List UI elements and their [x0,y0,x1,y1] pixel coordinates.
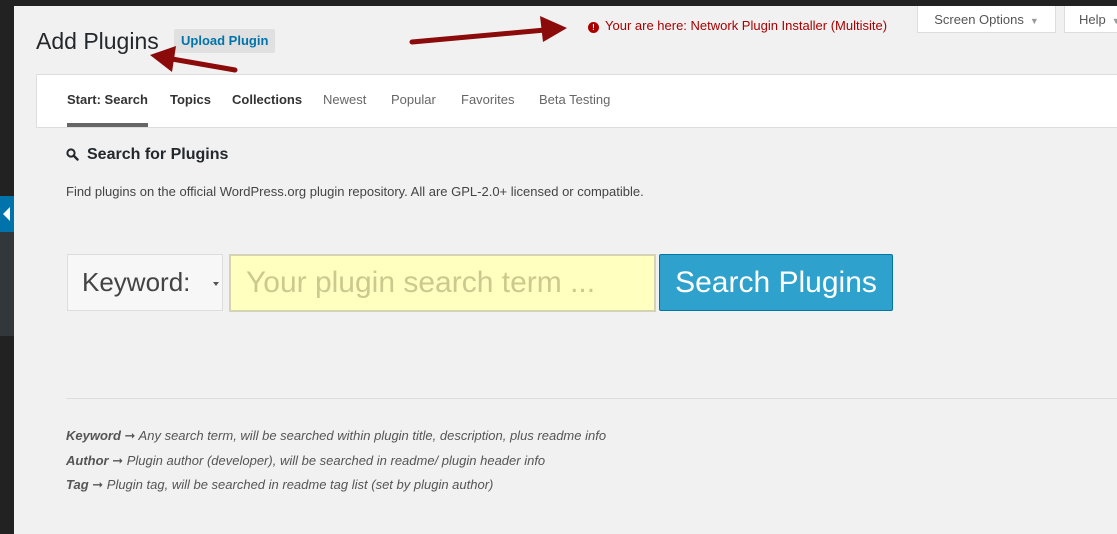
help-term: Keyword [66,428,121,443]
red-arrow-icon [409,16,567,45]
help-text: ➞ Plugin author (developer), will be sea… [112,452,546,468]
help-line-author: Author ➞ Plugin author (developer), will… [66,453,606,478]
help-button[interactable]: Help ▼ [1064,6,1117,33]
help-term: Author [66,452,109,468]
tab-start-search[interactable]: Start: Search [67,75,148,127]
search-description: Find plugins on the official WordPress.o… [66,184,644,199]
page-title: Add Plugins [36,28,159,54]
caret-down-icon: ▼ [1029,16,1039,26]
help-line-keyword: Keyword ➞ Any search term, will be searc… [66,428,606,453]
tab-beta-testing[interactable]: Beta Testing [539,75,610,127]
help-text: ➞ Plugin tag, will be searched in readme… [92,477,494,492]
collapse-menu-icon[interactable] [0,196,14,232]
upload-plugin-button[interactable]: Upload Plugin [174,29,276,53]
help-label: Help [1079,12,1106,27]
search-plugins-button[interactable]: Search Plugins [659,254,893,311]
search-type-select[interactable]: Keyword: [67,254,223,311]
tab-popular[interactable]: Popular [391,75,436,127]
tab-favorites[interactable]: Favorites [461,75,514,127]
search-heading-text: Search for Plugins [87,146,229,163]
admin-sidebar-edge [0,6,14,534]
help-line-tag: Tag ➞ Plugin tag, will be searched in re… [66,477,606,502]
notice-text: Your are here: Network Plugin Installer … [605,18,888,33]
tab-newest[interactable]: Newest [323,75,366,127]
help-text: ➞ Any search term, will be searched with… [124,428,607,443]
help-term: Tag [66,477,89,492]
divider [66,398,1117,399]
tab-collections[interactable]: Collections [232,75,302,127]
plugin-filter-bar: Start: Search Topics Collections Newest … [36,74,1117,128]
screen-options-button[interactable]: Screen Options ▼ [917,6,1056,33]
select-arrow-icon [213,282,219,286]
search-type-value: Keyword: [82,267,191,297]
search-heading: Search for Plugins [66,145,228,165]
screen-options-label: Screen Options [934,12,1024,27]
location-notice: ! Your are here: Network Plugin Installer… [588,18,887,34]
caret-down-icon: ▼ [1111,16,1117,26]
plugin-search-input[interactable] [229,254,656,312]
search-help: Keyword ➞ Any search term, will be searc… [66,428,606,502]
magnifier-icon [66,148,79,161]
alert-circle-icon: ! [588,22,599,33]
tab-topics[interactable]: Topics [170,75,211,127]
